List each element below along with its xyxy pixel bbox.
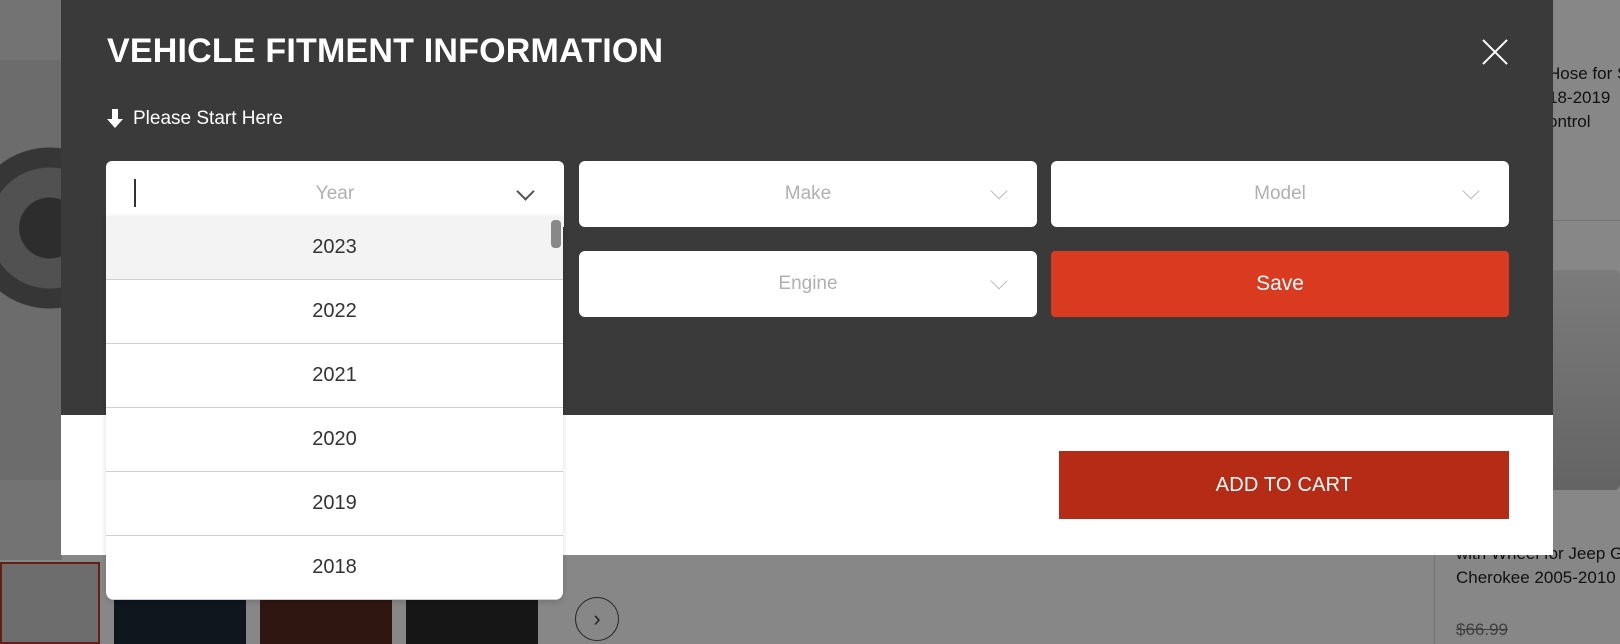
chevron-down-icon xyxy=(1462,182,1480,200)
make-select-label: Make xyxy=(784,183,832,204)
arrow-down-icon xyxy=(107,109,123,129)
year-option[interactable]: 2019 xyxy=(106,472,563,536)
year-option[interactable]: 2022 xyxy=(106,280,563,344)
year-select-label: Year xyxy=(315,183,355,204)
chevron-down-icon xyxy=(516,182,535,201)
year-option[interactable]: 2023 xyxy=(106,216,563,280)
year-dropdown-list[interactable]: 2023 2022 2021 2020 2019 2018 xyxy=(106,216,563,600)
year-option[interactable]: 2021 xyxy=(106,344,563,408)
engine-select[interactable]: Engine xyxy=(579,251,1037,317)
text-cursor xyxy=(134,179,136,207)
dropdown-scrollbar[interactable] xyxy=(551,220,561,248)
chevron-down-icon xyxy=(990,182,1008,200)
engine-select-label: Engine xyxy=(778,273,838,294)
close-icon[interactable] xyxy=(1481,38,1509,66)
year-option[interactable]: 2018 xyxy=(106,536,563,600)
modal-title: VEHICLE FITMENT INFORMATION xyxy=(107,32,664,70)
add-to-cart-button[interactable]: ADD TO CART xyxy=(1059,451,1509,519)
save-button[interactable]: Save xyxy=(1051,251,1509,317)
model-select-label: Model xyxy=(1254,183,1306,204)
start-here-hint: Please Start Here xyxy=(107,108,283,130)
model-select[interactable]: Model xyxy=(1051,161,1509,227)
make-select[interactable]: Make xyxy=(579,161,1037,227)
year-option[interactable]: 2020 xyxy=(106,408,563,472)
chevron-down-icon xyxy=(990,272,1008,290)
start-here-label: Please Start Here xyxy=(133,108,283,129)
